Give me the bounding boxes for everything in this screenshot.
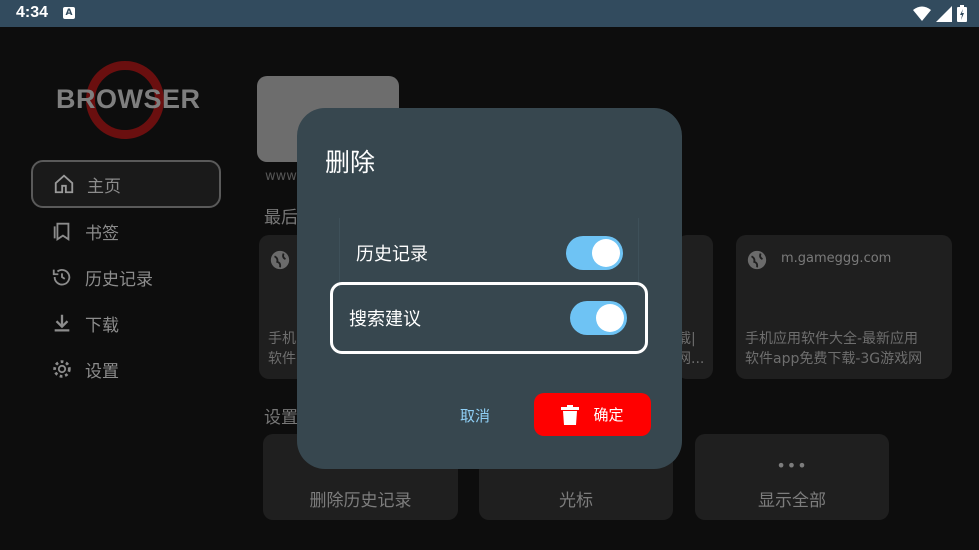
card-description: 手机应用软件大全-最新应用 软件app免费下载-3G游戏网 xyxy=(745,331,923,367)
sidebar-item-settings[interactable]: 设置 xyxy=(31,346,221,392)
logo-text: BROWSER xyxy=(56,84,201,114)
speed-dial-url: www xyxy=(265,169,297,184)
recent-section-label: 最后 xyxy=(264,208,298,228)
more-icon: ••• xyxy=(776,456,808,475)
browser-logo: BROWSER xyxy=(56,61,201,141)
action-label: 显示全部 xyxy=(758,491,826,511)
status-bar: 4:34 A xyxy=(0,0,979,27)
history-toggle[interactable] xyxy=(566,236,623,270)
history-icon xyxy=(52,268,71,286)
sidebar-item-label: 设置 xyxy=(85,361,119,382)
status-time: 4:34 xyxy=(16,4,49,21)
dialog-title: 删除 xyxy=(325,148,376,177)
search-suggestions-toggle[interactable] xyxy=(570,301,627,335)
home-icon xyxy=(54,174,74,194)
toggle-knob xyxy=(596,304,624,332)
option-label: 搜索建议 xyxy=(349,309,421,330)
recent-card-2[interactable]: 载| 网... xyxy=(677,235,713,379)
trash-icon xyxy=(561,404,580,425)
sidebar-item-bookmarks[interactable]: 书签 xyxy=(31,208,221,254)
bookmark-icon xyxy=(53,222,70,241)
sidebar-item-home[interactable]: 主页 xyxy=(31,160,221,208)
toggle-knob xyxy=(592,239,620,267)
signal-icon xyxy=(936,5,952,22)
delete-dialog: 删除 历史记录 搜索建议 取消 确定 xyxy=(297,108,682,469)
confirm-label: 确定 xyxy=(593,406,624,424)
globe-icon xyxy=(270,250,290,270)
gear-icon xyxy=(53,360,71,378)
sidebar-item-label: 下载 xyxy=(85,315,119,336)
battery-icon xyxy=(957,5,967,22)
cancel-button[interactable]: 取消 xyxy=(460,405,490,426)
system-icons xyxy=(913,5,967,22)
action-label: 光标 xyxy=(559,491,593,511)
sidebar-item-label: 主页 xyxy=(87,176,121,197)
sidebar-nav: 主页 书签 历史记录 下载 设置 xyxy=(31,160,221,392)
option-search-suggestions[interactable]: 搜索建议 xyxy=(330,282,648,354)
option-history[interactable]: 历史记录 xyxy=(339,218,639,288)
confirm-button[interactable]: 确定 xyxy=(534,393,651,436)
sidebar-item-downloads[interactable]: 下载 xyxy=(31,300,221,346)
card-url: m.gameggg.com xyxy=(781,251,892,266)
download-icon xyxy=(54,314,70,332)
wifi-icon xyxy=(913,6,931,21)
sidebar-item-history[interactable]: 历史记录 xyxy=(31,254,221,300)
globe-icon xyxy=(747,250,767,270)
option-label: 历史记录 xyxy=(356,244,428,265)
action-label: 删除历史记录 xyxy=(309,491,412,511)
sidebar-item-label: 书签 xyxy=(85,223,119,244)
sidebar-item-label: 历史记录 xyxy=(85,269,153,290)
show-all-action[interactable]: ••• 显示全部 xyxy=(695,434,889,520)
recent-card-3[interactable]: m.gameggg.com 手机应用软件大全-最新应用 软件app免费下载-3G… xyxy=(736,235,952,379)
settings-section-label: 设置 xyxy=(264,408,298,428)
notification-icon: A xyxy=(63,7,75,19)
